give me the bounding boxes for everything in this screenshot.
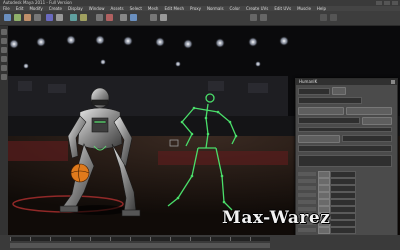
tool-icons[interactable] bbox=[4, 14, 11, 21]
mapping-button[interactable] bbox=[298, 135, 340, 143]
tool-icons[interactable] bbox=[80, 14, 87, 21]
tool-icons[interactable] bbox=[1, 47, 7, 53]
load-button[interactable] bbox=[362, 117, 392, 125]
list-item[interactable] bbox=[298, 185, 394, 192]
time-slider[interactable] bbox=[0, 235, 400, 250]
window-close-icon[interactable] bbox=[392, 1, 398, 5]
tool-icons[interactable] bbox=[120, 14, 127, 21]
tool-icons[interactable] bbox=[1, 74, 7, 80]
tool-icons[interactable] bbox=[1, 38, 7, 44]
tool-icons[interactable] bbox=[70, 14, 77, 21]
mapping-field[interactable] bbox=[342, 135, 392, 142]
timeline-track[interactable] bbox=[10, 237, 270, 241]
tool-icons[interactable] bbox=[56, 14, 63, 21]
options-group bbox=[298, 155, 392, 167]
tool-icons[interactable] bbox=[150, 14, 157, 21]
3d-viewport[interactable]: HumanIK bbox=[8, 26, 400, 235]
source-field[interactable] bbox=[298, 97, 362, 104]
basketball-icon bbox=[70, 163, 90, 183]
tool-icons[interactable] bbox=[1, 65, 7, 71]
tool-icons[interactable] bbox=[260, 14, 267, 21]
list-item[interactable] bbox=[298, 199, 394, 206]
divider bbox=[298, 127, 392, 132]
tool-icons[interactable] bbox=[96, 14, 103, 21]
list-item[interactable] bbox=[298, 171, 394, 178]
character-button[interactable] bbox=[332, 87, 346, 95]
tool-icons[interactable] bbox=[1, 56, 7, 62]
tool-icons[interactable] bbox=[14, 14, 21, 21]
tool-icons[interactable] bbox=[130, 14, 137, 21]
list-item[interactable] bbox=[298, 192, 394, 199]
tool-icons[interactable] bbox=[250, 14, 257, 21]
watermark-text: Max-Warez bbox=[222, 208, 331, 228]
tool-icons[interactable] bbox=[160, 14, 167, 21]
tool-icons[interactable] bbox=[46, 14, 53, 21]
tool-icons[interactable] bbox=[1, 29, 7, 35]
tool-icons[interactable] bbox=[34, 14, 41, 21]
tool-icons[interactable] bbox=[24, 14, 31, 21]
controls-tab[interactable] bbox=[346, 107, 392, 115]
shelf-toolbar bbox=[0, 11, 400, 26]
list-item[interactable] bbox=[298, 178, 394, 185]
tool-box bbox=[0, 26, 8, 235]
window-minimize-icon[interactable] bbox=[376, 1, 382, 5]
template-field[interactable] bbox=[298, 117, 360, 124]
character-field[interactable] bbox=[298, 88, 330, 95]
panel-close-icon[interactable] bbox=[391, 80, 395, 84]
panel-title: HumanIK bbox=[296, 79, 397, 85]
tool-icons[interactable] bbox=[330, 14, 337, 21]
tool-icons[interactable] bbox=[106, 14, 113, 21]
window-maximize-icon[interactable] bbox=[384, 1, 390, 5]
filter-field[interactable] bbox=[298, 145, 392, 152]
tool-icons[interactable] bbox=[320, 14, 327, 21]
range-slider[interactable] bbox=[10, 243, 270, 248]
definition-tab[interactable] bbox=[298, 107, 344, 115]
